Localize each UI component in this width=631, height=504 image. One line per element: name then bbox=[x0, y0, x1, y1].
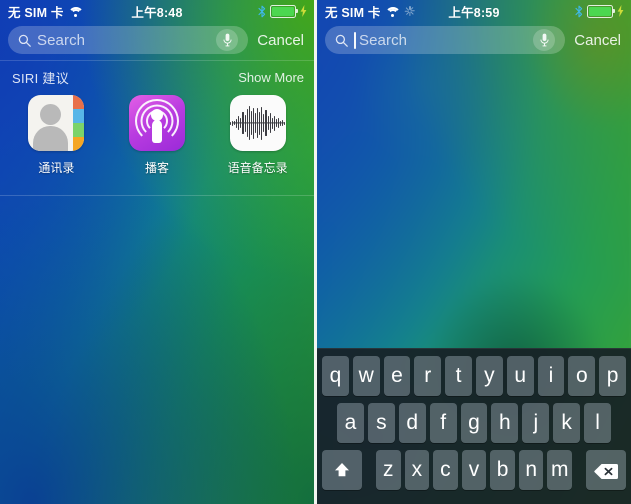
onscreen-keyboard: q w e r t y u i o p a s d f g h j k l z … bbox=[317, 348, 631, 504]
microphone-icon bbox=[223, 33, 232, 47]
key-w[interactable]: w bbox=[352, 356, 380, 396]
bluetooth-icon bbox=[575, 5, 583, 18]
carrier-label: 无 SIM 卡 bbox=[8, 5, 64, 20]
siri-section-divider bbox=[0, 195, 314, 196]
waveform-glyph bbox=[229, 95, 286, 151]
key-u[interactable]: u bbox=[506, 356, 534, 396]
key-q[interactable]: q bbox=[322, 356, 349, 396]
app-item-voice-memos[interactable]: 语音备忘录 bbox=[214, 95, 302, 176]
status-bar-right-group bbox=[258, 4, 314, 18]
key-c[interactable]: c bbox=[433, 450, 458, 490]
search-icon bbox=[18, 34, 31, 47]
keyboard-row-1: q w e r t y u i o p bbox=[317, 356, 631, 396]
panel-left-spotlight-with-suggestions: 无 SIM 卡 上午8:48 Search Cancel SIRI 建议 Sho… bbox=[0, 0, 314, 504]
status-bar-right: 无 SIM 卡 上午8:59 bbox=[317, 0, 631, 22]
key-x[interactable]: x bbox=[404, 450, 430, 490]
key-b[interactable]: b bbox=[490, 450, 515, 490]
key-s[interactable]: s bbox=[367, 403, 395, 443]
key-r[interactable]: r bbox=[414, 356, 442, 396]
keyboard-row-3: z x c v b n m bbox=[317, 450, 631, 490]
app-label: 语音备忘录 bbox=[227, 161, 288, 175]
app-label: 通讯录 bbox=[38, 161, 75, 175]
delete-key[interactable] bbox=[586, 450, 627, 490]
app-item-contacts[interactable]: 通讯录 bbox=[12, 95, 100, 176]
key-g[interactable]: g bbox=[460, 403, 488, 443]
siri-suggestions-section: SIRI 建议 Show More 通讯录 播客 语音备忘录 bbox=[0, 60, 314, 196]
cancel-button[interactable]: Cancel bbox=[565, 32, 623, 49]
bluetooth-icon bbox=[258, 5, 266, 18]
panel-divider bbox=[314, 0, 317, 504]
search-row-left: Search Cancel bbox=[0, 24, 314, 56]
microphone-icon bbox=[540, 33, 549, 47]
siri-suggestions-title: SIRI 建议 bbox=[12, 71, 69, 86]
wifi-icon bbox=[384, 6, 401, 17]
search-row-right: Search Cancel bbox=[317, 24, 631, 56]
key-d[interactable]: d bbox=[398, 403, 426, 443]
voice-memos-app-icon bbox=[229, 95, 286, 151]
lightning-bolt-icon bbox=[300, 5, 307, 17]
key-f[interactable]: f bbox=[429, 403, 457, 443]
key-v[interactable]: v bbox=[461, 450, 487, 490]
activity-spinner-icon bbox=[405, 6, 416, 17]
key-a[interactable]: a bbox=[337, 403, 364, 443]
search-icon bbox=[335, 34, 348, 47]
text-cursor-caret bbox=[354, 31, 356, 49]
key-h[interactable]: h bbox=[491, 403, 519, 443]
carrier-label: 无 SIM 卡 bbox=[325, 5, 381, 20]
dictation-button[interactable] bbox=[216, 29, 239, 51]
status-bar-left-group: 无 SIM 卡 bbox=[0, 2, 84, 21]
key-n[interactable]: n bbox=[518, 450, 544, 490]
siri-suggestions-app-list: 通讯录 播客 语音备忘录 bbox=[0, 89, 314, 176]
app-item-podcasts[interactable]: 播客 bbox=[113, 95, 201, 176]
key-i[interactable]: i bbox=[537, 356, 565, 396]
show-more-button[interactable]: Show More bbox=[238, 70, 304, 85]
screenshot-root: 无 SIM 卡 上午8:48 Search Cancel SIRI 建议 Sho… bbox=[0, 0, 631, 504]
search-input[interactable]: Search bbox=[8, 26, 249, 54]
dictation-button[interactable] bbox=[533, 29, 556, 51]
shift-key[interactable] bbox=[321, 450, 362, 490]
shift-key-icon bbox=[333, 461, 351, 479]
wifi-icon bbox=[67, 6, 84, 17]
status-bar-left-group: 无 SIM 卡 bbox=[317, 2, 416, 21]
lightning-bolt-icon bbox=[617, 5, 624, 17]
battery-icon bbox=[270, 4, 299, 18]
key-y[interactable]: y bbox=[476, 356, 503, 396]
status-bar-left: 无 SIM 卡 上午8:48 bbox=[0, 0, 314, 22]
status-bar-right-group bbox=[575, 4, 631, 18]
app-label: 播客 bbox=[144, 161, 169, 175]
key-t[interactable]: t bbox=[445, 356, 472, 396]
key-m[interactable]: m bbox=[547, 450, 573, 490]
search-placeholder-text: Search bbox=[37, 31, 86, 49]
keyboard-gap bbox=[366, 450, 372, 490]
key-k[interactable]: k bbox=[553, 403, 581, 443]
delete-key-icon bbox=[594, 462, 619, 479]
key-p[interactable]: p bbox=[599, 356, 626, 396]
battery-icon bbox=[587, 4, 616, 18]
search-input[interactable]: Search bbox=[325, 26, 566, 54]
podcasts-app-icon bbox=[128, 95, 185, 151]
keyboard-gap bbox=[576, 450, 582, 490]
siri-suggestions-header: SIRI 建议 Show More bbox=[0, 61, 314, 89]
key-l[interactable]: l bbox=[584, 403, 612, 443]
panel-right-spotlight-with-keyboard: 无 SIM 卡 上午8:59 Search Cancel q w e r t y… bbox=[317, 0, 631, 504]
keyboard-row-2: a s d f g h j k l bbox=[317, 403, 631, 443]
key-o[interactable]: o bbox=[568, 356, 596, 396]
contacts-app-icon bbox=[28, 95, 85, 151]
key-e[interactable]: e bbox=[383, 356, 411, 396]
cancel-button[interactable]: Cancel bbox=[248, 32, 306, 49]
key-z[interactable]: z bbox=[375, 450, 401, 490]
search-placeholder-text: Search bbox=[359, 31, 408, 49]
key-j[interactable]: j bbox=[522, 403, 550, 443]
